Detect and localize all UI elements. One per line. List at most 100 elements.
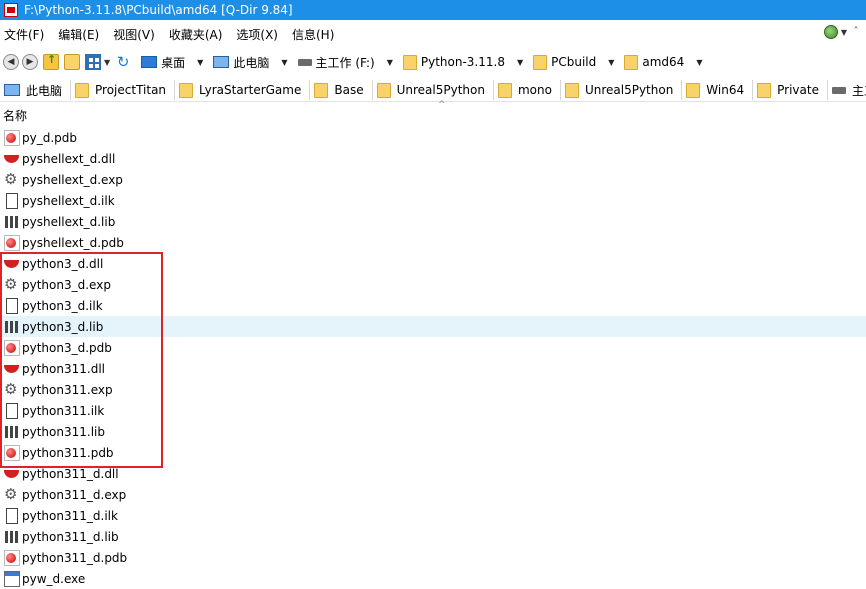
chevron-down-icon[interactable]: ▼	[841, 28, 847, 37]
ilk-file-icon	[6, 192, 18, 209]
file-row[interactable]: pyshellext_d.ilk	[0, 190, 866, 211]
crumb-amd64[interactable]: amd64 ▼	[624, 54, 702, 70]
pdb-file-icon	[4, 129, 20, 146]
favorite-main-drive[interactable]: 主工作	[828, 80, 866, 100]
folder-open-icon[interactable]	[64, 54, 80, 70]
crumb-desktop[interactable]: 桌面 ▼	[141, 54, 203, 71]
folder-icon	[533, 54, 548, 70]
menu-file[interactable]: 文件(F)	[0, 26, 48, 43]
view-dropdown-icon[interactable]: ▼	[104, 58, 110, 67]
file-row[interactable]: python3_d.ilk	[0, 295, 866, 316]
file-row[interactable]: pyshellext_d.exp	[0, 169, 866, 190]
pdb-file-icon	[4, 549, 20, 566]
favorite-label: 此电脑	[26, 83, 63, 98]
file-row[interactable]: pyw_d.exe	[0, 568, 866, 589]
file-row[interactable]: python311_d.exp	[0, 484, 866, 505]
favorite-lyra[interactable]: LyraStarterGame	[175, 80, 311, 100]
crumb-drive[interactable]: 主工作 (F:) ▼	[297, 54, 393, 71]
favorite-label: Base	[334, 83, 364, 97]
file-row[interactable]: pyshellext_d.pdb	[0, 232, 866, 253]
file-name: python311_d.ilk	[22, 508, 118, 523]
favorite-label: Unreal5Python	[584, 83, 674, 97]
forward-icon[interactable]: ▶	[22, 54, 38, 70]
ilk-file-icon	[6, 402, 18, 419]
lib-file-icon	[4, 213, 20, 230]
favorite-this-pc[interactable]: 此电脑	[0, 80, 72, 100]
crumb-this-pc[interactable]: 此电脑 ▼	[213, 54, 288, 71]
file-row[interactable]: python311_d.pdb	[0, 547, 866, 568]
file-row[interactable]: python311_d.lib	[0, 526, 866, 547]
file-name: py_d.pdb	[22, 130, 78, 145]
menu-view[interactable]: 视图(V)	[109, 26, 159, 43]
crumb-pcbuild[interactable]: PCbuild ▼	[533, 54, 614, 70]
favorite-mono[interactable]: mono	[494, 80, 561, 100]
folder-icon	[402, 54, 417, 70]
chevron-down-icon[interactable]: ▼	[387, 58, 393, 67]
crumb-python-folder[interactable]: Python-3.11.8 ▼	[402, 54, 523, 70]
file-name: python311_d.exp	[22, 487, 127, 502]
file-row[interactable]: python311.dll	[0, 358, 866, 379]
file-name: python3_d.ilk	[22, 298, 103, 313]
refresh-icon[interactable]: ↻	[115, 54, 131, 70]
file-name: python311.lib	[22, 424, 105, 439]
globe-icon[interactable]	[823, 25, 838, 39]
exp-file-icon	[4, 275, 20, 293]
favorite-unreal5python-2[interactable]: Unreal5Python	[561, 80, 683, 100]
chevron-down-icon[interactable]: ▼	[517, 58, 523, 67]
file-row[interactable]: python311.lib	[0, 421, 866, 442]
menu-info[interactable]: 信息(H)	[288, 26, 338, 43]
file-row[interactable]: python3_d.dll	[0, 253, 866, 274]
drive-icon	[831, 86, 846, 94]
view-grid-icon[interactable]	[85, 54, 101, 70]
column-header-name[interactable]: 名称	[3, 107, 27, 124]
chevron-down-icon[interactable]: ▼	[696, 58, 702, 67]
folder-up-icon[interactable]	[43, 53, 59, 70]
file-name: python3_d.lib	[22, 319, 104, 334]
chevron-down-icon[interactable]: ▼	[281, 58, 287, 67]
lib-file-icon	[4, 528, 20, 545]
chevron-down-icon[interactable]: ▼	[608, 58, 614, 67]
list-header: 名称 ^	[0, 100, 866, 124]
chevron-down-icon[interactable]: ▼	[197, 58, 203, 67]
favorite-label: Win64	[706, 83, 745, 97]
file-row[interactable]: py_d.pdb	[0, 127, 866, 148]
file-row[interactable]: python3_d.pdb	[0, 337, 866, 358]
favorite-private[interactable]: Private	[753, 80, 828, 100]
file-row[interactable]: pyshellext_d.dll	[0, 148, 866, 169]
favorite-label: LyraStarterGame	[199, 83, 302, 97]
favorite-unreal5python[interactable]: Unreal5Python	[373, 80, 494, 100]
exp-file-icon	[4, 485, 20, 503]
file-row[interactable]: pyshellext_d.lib	[0, 211, 866, 232]
file-row[interactable]: python311.pdb	[0, 442, 866, 463]
crumb-label: Python-3.11.8	[420, 55, 505, 69]
pc-icon	[4, 84, 20, 96]
back-icon[interactable]: ◀	[3, 54, 19, 70]
favorite-label: Private	[777, 83, 819, 97]
favorite-base[interactable]: Base	[310, 80, 373, 100]
file-list: py_d.pdb pyshellext_d.dll pyshellext_d.exp…	[0, 127, 866, 589]
file-name: pyshellext_d.dll	[22, 151, 116, 166]
crumb-label: 此电脑	[233, 55, 270, 70]
desktop-icon	[141, 56, 158, 68]
file-row[interactable]: python311_d.ilk	[0, 505, 866, 526]
file-row[interactable]: python3_d.exp	[0, 274, 866, 295]
file-name: python311.pdb	[22, 445, 114, 460]
crumb-label: amd64	[642, 55, 685, 69]
favorite-win64[interactable]: Win64	[682, 80, 754, 100]
file-name: python311_d.dll	[22, 466, 119, 481]
title-bar[interactable]: F:\Python-3.11.8\PCbuild\amd64 [Q-Dir 9.…	[0, 0, 866, 20]
file-row[interactable]: python3_d.lib	[0, 316, 866, 337]
file-row[interactable]: python311.ilk	[0, 400, 866, 421]
file-name: python311.dll	[22, 361, 105, 376]
sort-ascending-icon: ^	[438, 100, 446, 110]
menu-favorites[interactable]: 收藏夹(A)	[165, 26, 227, 43]
menu-edit[interactable]: 编辑(E)	[54, 26, 103, 43]
favorite-project-titan[interactable]: ProjectTitan	[71, 80, 176, 100]
file-row[interactable]: python311_d.dll	[0, 463, 866, 484]
menu-options[interactable]: 选项(X)	[232, 26, 282, 43]
menu-right-tools: ▼ ˄	[823, 25, 862, 39]
file-name: pyshellext_d.lib	[22, 214, 116, 229]
folder-icon	[624, 54, 639, 70]
file-row[interactable]: python311.exp	[0, 379, 866, 400]
chevron-up-icon[interactable]: ˄	[850, 26, 862, 38]
